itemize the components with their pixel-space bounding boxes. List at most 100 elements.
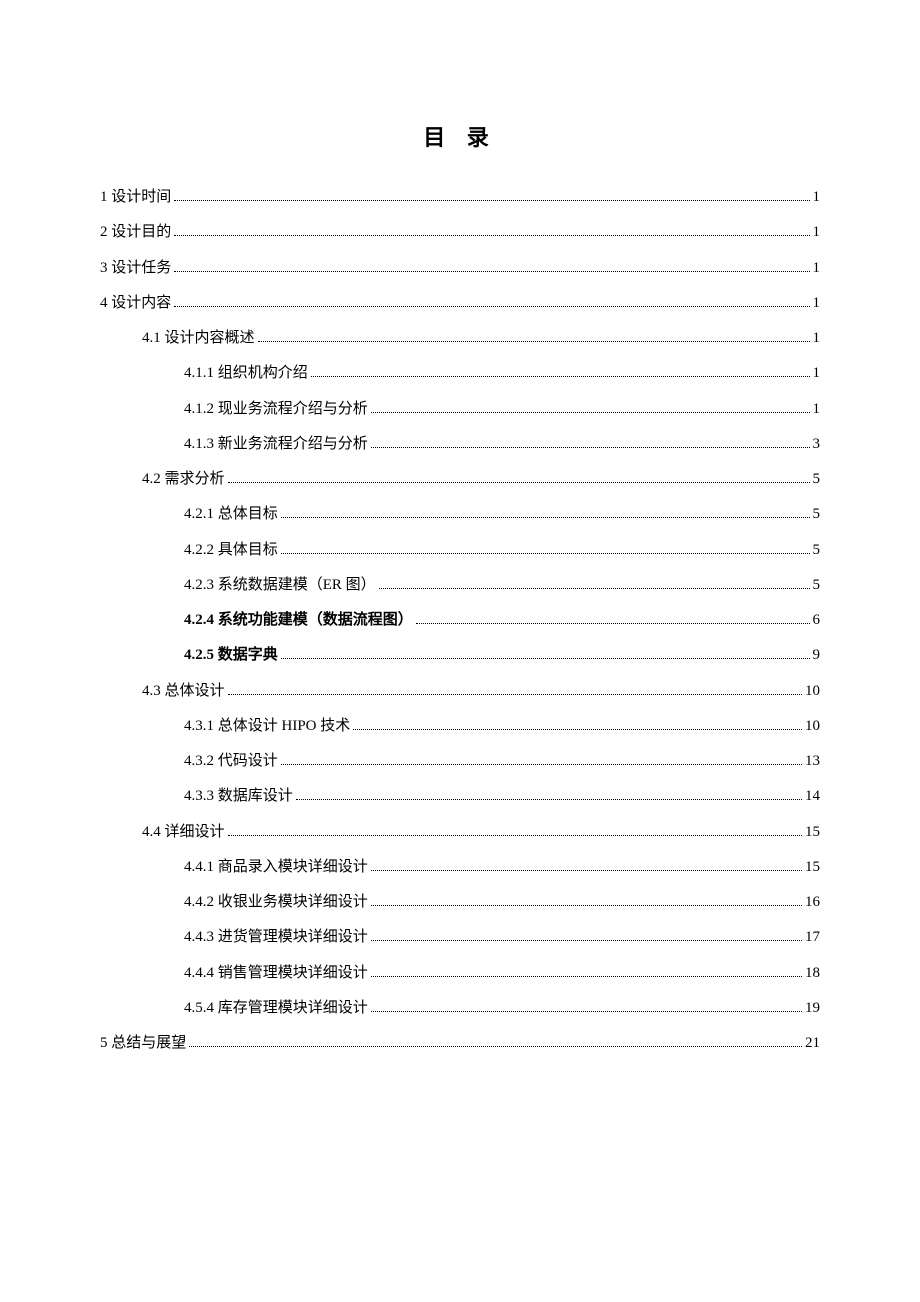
toc-entry-label: 4.4.2 收银业务模块详细设计 — [184, 885, 368, 920]
toc-leader-dots — [281, 764, 802, 765]
toc-leader-dots — [371, 1011, 802, 1012]
toc-leader-dots — [371, 447, 810, 448]
toc-entry-label: 4.3.1 总体设计 HIPO 技术 — [184, 709, 350, 744]
toc-entry-label: 4.5.4 库存管理模块详细设计 — [184, 991, 368, 1026]
toc-entry: 4.3.2 代码设计 13 — [100, 744, 820, 779]
toc-entry-page: 1 — [813, 215, 821, 250]
toc-entry-label: 3 设计任务 — [100, 251, 171, 286]
toc-entry-label: 2 设计目的 — [100, 215, 171, 250]
toc-entry: 4.4.1 商品录入模块详细设计 15 — [100, 850, 820, 885]
toc-entry: 4.2.4 系统功能建模（数据流程图） 6 — [100, 603, 820, 638]
toc-leader-dots — [228, 482, 810, 483]
toc-leader-dots — [174, 271, 809, 272]
toc-entry-page: 10 — [805, 674, 820, 709]
toc-leader-dots — [258, 341, 810, 342]
toc-entry-page: 1 — [813, 286, 821, 321]
toc-entry-page: 10 — [805, 709, 820, 744]
toc-entry: 4.3 总体设计 10 — [100, 674, 820, 709]
toc-entry-label: 4.3.3 数据库设计 — [184, 779, 293, 814]
toc-leader-dots — [311, 376, 810, 377]
toc-entry-label: 4.1.3 新业务流程介绍与分析 — [184, 427, 368, 462]
toc-entry-page: 17 — [805, 920, 820, 955]
toc-leader-dots — [174, 306, 809, 307]
toc-entry-page: 15 — [805, 815, 820, 850]
toc-leader-dots — [281, 517, 810, 518]
toc-leader-dots — [379, 588, 810, 589]
toc-entry: 4.1.3 新业务流程介绍与分析 3 — [100, 427, 820, 462]
document-page: 目 录 1 设计时间12 设计目的13 设计任务14 设计内容14.1 设计内容… — [0, 0, 920, 1061]
toc-leader-dots — [228, 694, 802, 695]
toc-entry-label: 4.2.3 系统数据建模（ER 图） — [184, 568, 376, 603]
toc-leader-dots — [296, 799, 802, 800]
toc-leader-dots — [189, 1046, 802, 1047]
toc-entry-page: 19 — [805, 991, 820, 1026]
toc-entry-label: 4.2.5 数据字典 — [184, 638, 278, 673]
toc-entry-page: 16 — [805, 885, 820, 920]
toc-entry-page: 5 — [813, 568, 821, 603]
toc-leader-dots — [281, 658, 810, 659]
toc-entry: 4.2.2 具体目标 5 — [100, 533, 820, 568]
toc-entry: 4.2.5 数据字典 9 — [100, 638, 820, 673]
toc-entry-page: 3 — [813, 427, 821, 462]
toc-entry-label: 4.2.1 总体目标 — [184, 497, 278, 532]
toc-leader-dots — [371, 412, 810, 413]
toc-entry-page: 9 — [813, 638, 821, 673]
toc-entry-label: 4.1.2 现业务流程介绍与分析 — [184, 392, 368, 427]
toc-entry: 4.1 设计内容概述 1 — [100, 321, 820, 356]
toc-entry-label: 4.4.3 进货管理模块详细设计 — [184, 920, 368, 955]
toc-entry-label: 4.3.2 代码设计 — [184, 744, 278, 779]
toc-entry-label: 4.4 详细设计 — [142, 815, 225, 850]
toc-entry-label: 4.2 需求分析 — [142, 462, 225, 497]
toc-leader-dots — [371, 940, 802, 941]
toc-entry: 5 总结与展望 21 — [100, 1026, 820, 1061]
toc-entry: 1 设计时间 1 — [100, 180, 820, 215]
toc-entry-page: 18 — [805, 956, 820, 991]
toc-leader-dots — [371, 870, 802, 871]
toc-entry-label: 4.1.1 组织机构介绍 — [184, 356, 308, 391]
toc-entry: 4.4.3 进货管理模块详细设计 17 — [100, 920, 820, 955]
toc-entry: 4.4.4 销售管理模块详细设计 18 — [100, 956, 820, 991]
toc-leader-dots — [174, 200, 809, 201]
toc-leader-dots — [353, 729, 802, 730]
toc-leader-dots — [174, 235, 809, 236]
toc-entry-label: 4.3 总体设计 — [142, 674, 225, 709]
toc-entry-label: 4.1 设计内容概述 — [142, 321, 255, 356]
toc-entry-page: 1 — [813, 251, 821, 286]
toc-entry-label: 4.4.1 商品录入模块详细设计 — [184, 850, 368, 885]
toc-entry: 4.3.3 数据库设计14 — [100, 779, 820, 814]
toc-entry: 4 设计内容 1 — [100, 286, 820, 321]
toc-leader-dots — [228, 835, 802, 836]
toc-entry-label: 4.4.4 销售管理模块详细设计 — [184, 956, 368, 991]
toc-entry: 2 设计目的 1 — [100, 215, 820, 250]
toc-entry: 4.2.3 系统数据建模（ER 图） 5 — [100, 568, 820, 603]
toc-entry-page: 1 — [813, 392, 821, 427]
toc-leader-dots — [281, 553, 810, 554]
toc-entry-page: 5 — [813, 533, 821, 568]
toc-entry-label: 1 设计时间 — [100, 180, 171, 215]
toc-entry-page: 1 — [813, 356, 821, 391]
toc-entry: 4.1.2 现业务流程介绍与分析 1 — [100, 392, 820, 427]
toc-entry-page: 1 — [813, 321, 821, 356]
toc-entry: 4.5.4 库存管理模块详细设计 19 — [100, 991, 820, 1026]
toc-entry: 4.3.1 总体设计 HIPO 技术 10 — [100, 709, 820, 744]
toc-entry: 4.2 需求分析 5 — [100, 462, 820, 497]
toc-entry-page: 15 — [805, 850, 820, 885]
toc-entry: 4.4 详细设计 15 — [100, 815, 820, 850]
toc-leader-dots — [371, 905, 802, 906]
toc-list: 1 设计时间12 设计目的13 设计任务14 设计内容14.1 设计内容概述14… — [100, 180, 820, 1061]
toc-title: 目 录 — [100, 120, 820, 152]
toc-entry-page: 1 — [813, 180, 821, 215]
toc-entry-label: 4 设计内容 — [100, 286, 171, 321]
toc-entry: 3 设计任务 1 — [100, 251, 820, 286]
toc-entry: 4.2.1 总体目标 5 — [100, 497, 820, 532]
toc-entry-label: 4.2.4 系统功能建模（数据流程图） — [184, 603, 413, 638]
toc-entry-label: 4.2.2 具体目标 — [184, 533, 278, 568]
toc-entry: 4.1.1 组织机构介绍 1 — [100, 356, 820, 391]
toc-leader-dots — [371, 976, 802, 977]
toc-entry-page: 13 — [805, 744, 820, 779]
toc-entry-page: 6 — [813, 603, 821, 638]
toc-entry-page: 5 — [813, 462, 821, 497]
toc-entry-label: 5 总结与展望 — [100, 1026, 186, 1061]
toc-entry-page: 5 — [813, 497, 821, 532]
toc-entry-page: 21 — [805, 1026, 820, 1061]
